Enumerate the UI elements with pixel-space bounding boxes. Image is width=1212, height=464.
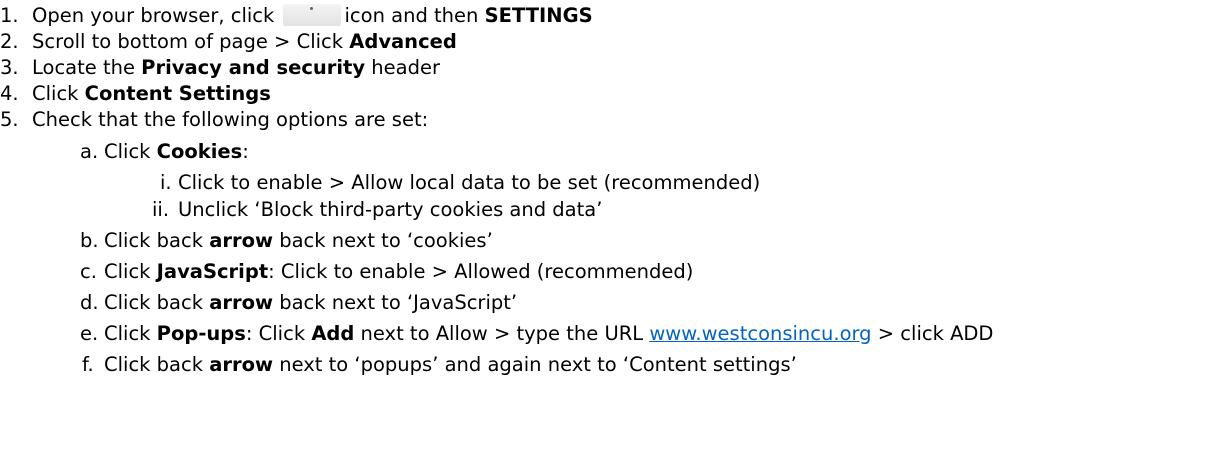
substep-text: : Click xyxy=(245,322,306,345)
substep-keyword: arrow xyxy=(209,353,274,376)
step-text: Scroll to bottom of page > Click xyxy=(32,30,344,53)
substep-text: next to ‘popups’ and again next to ‘Cont… xyxy=(279,353,797,376)
step-keyword: SETTINGS xyxy=(484,4,593,27)
step-text: Open your browser, click xyxy=(32,4,275,27)
substep-keyword: JavaScript xyxy=(156,260,269,283)
step-number: 5. xyxy=(0,108,19,131)
step-keyword: Privacy and security xyxy=(141,56,366,79)
substep-keyword: Pop-ups xyxy=(156,322,246,345)
substep-keyword: arrow xyxy=(209,229,274,252)
step-keyword: Advanced xyxy=(349,30,457,53)
substep-text: : xyxy=(242,140,249,163)
step-number: 4. xyxy=(0,82,19,105)
substep-letter: b. xyxy=(80,229,99,252)
step-text: Check that the following options are set… xyxy=(32,108,429,131)
cookie-step-numeral: i. xyxy=(160,171,172,194)
step-text: Locate the xyxy=(32,56,135,79)
step-number: 2. xyxy=(0,30,19,53)
substep-text: back next to ‘JavaScript’ xyxy=(279,291,518,314)
substep-text: : Click to enable > Allowed (recommended… xyxy=(268,260,694,283)
substep-letter: a. xyxy=(80,140,99,163)
westconsincu-link[interactable]: www.westconsincu.org xyxy=(649,322,871,345)
instructions-document: 1. Open your browser, click icon and the… xyxy=(0,0,1212,464)
step-number: 3. xyxy=(0,56,19,79)
cookie-step-numeral: ii. xyxy=(152,198,170,221)
substep-text: back next to ‘cookies’ xyxy=(279,229,493,252)
substep-text: Click xyxy=(104,322,151,345)
substep-text: Click back xyxy=(104,291,204,314)
substep-keyword: arrow xyxy=(209,291,274,314)
substep-text: > click ADD xyxy=(877,322,994,345)
cookie-step-text: Unclick ‘Block third-party cookies and d… xyxy=(178,198,603,221)
step-keyword: Content Settings xyxy=(84,82,271,105)
cookie-step-text: Click to enable > Allow local data to be… xyxy=(178,171,761,194)
substep-letter: f. xyxy=(82,353,94,376)
substep-text: Click xyxy=(104,140,151,163)
step-text: icon and then xyxy=(344,4,479,27)
substep-text: next to Allow > type the URL xyxy=(360,322,644,345)
step-text: header xyxy=(371,56,440,79)
step-text: Click xyxy=(32,82,79,105)
substep-keyword: Add xyxy=(311,322,355,345)
step-number: 1. xyxy=(0,4,19,27)
chrome-menu-icon xyxy=(282,4,341,26)
substep-keyword: Cookies xyxy=(156,140,243,163)
substep-text: Click xyxy=(104,260,151,283)
substep-letter: c. xyxy=(80,260,97,283)
substep-letter: e. xyxy=(80,322,99,345)
substep-text: Click back xyxy=(104,229,204,252)
substep-letter: d. xyxy=(80,291,99,314)
substep-text: Click back xyxy=(104,353,204,376)
